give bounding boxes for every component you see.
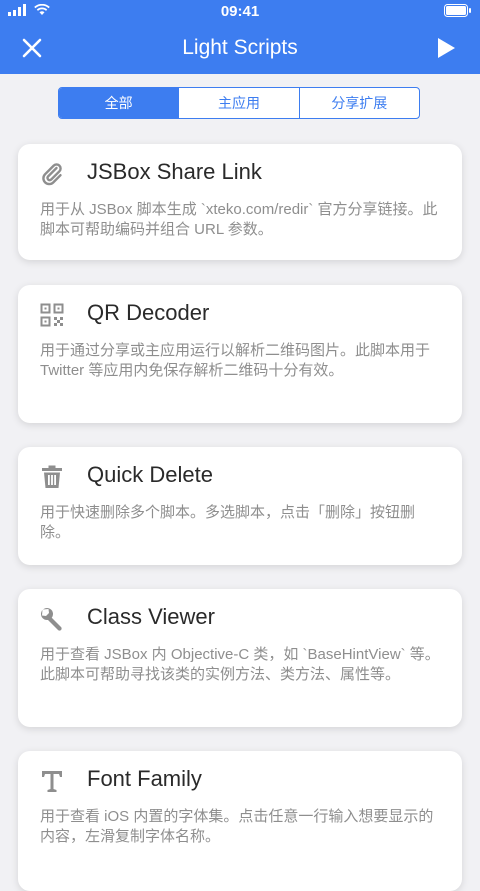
paperclip-icon: [40, 162, 64, 186]
card-description: 用于从 JSBox 脚本生成 `xteko.com/redir` 官方分享链接。…: [40, 201, 438, 238]
segment-all[interactable]: 全部: [59, 88, 179, 118]
card-title: Class Viewer: [87, 604, 215, 629]
script-card-font-family[interactable]: Font Family 用于查看 iOS 内置的字体集。点击任意一行输入想要显示…: [18, 751, 462, 891]
script-card-qr-decoder[interactable]: QR Decoder 用于通过分享或主应用运行以解析二维码图片。此脚本用于 Tw…: [18, 285, 462, 423]
font-icon: [40, 769, 64, 793]
card-description: 用于快速删除多个脚本。多选脚本，点击「删除」按钮删除。: [40, 504, 416, 541]
script-card-jsbox-share-link[interactable]: JSBox Share Link 用于从 JSBox 脚本生成 `xteko.c…: [18, 144, 462, 260]
wrench-icon: [40, 607, 64, 631]
card-title: JSBox Share Link: [87, 159, 262, 184]
script-card-class-viewer[interactable]: Class Viewer 用于查看 JSBox 内 Objective-C 类，…: [18, 589, 462, 727]
battery-icon: [444, 4, 471, 17]
status-time: 09:41: [220, 3, 260, 20]
qrcode-icon: [40, 303, 64, 327]
status-right: [444, 4, 472, 22]
segmented-control: 全部 主应用 分享扩展: [58, 87, 420, 119]
page-title: Light Scripts: [182, 36, 298, 59]
card-description: 用于通过分享或主应用运行以解析二维码图片。此脚本用于 Twitter 等应用内免…: [40, 342, 431, 379]
segment-main-app[interactable]: 主应用: [178, 88, 298, 118]
card-description: 用于查看 iOS 内置的字体集。点击任意一行输入想要显示的内容，左滑复制字体名称…: [40, 808, 434, 845]
segment-share-extension[interactable]: 分享扩展: [298, 88, 419, 118]
trash-icon: [40, 465, 64, 489]
card-title: QR Decoder: [87, 300, 210, 325]
card-title: Font Family: [87, 766, 202, 791]
navigation-bar: Light Scripts: [0, 22, 480, 74]
card-title: Quick Delete: [87, 462, 213, 487]
status-bar: 09:41: [0, 0, 480, 22]
run-button[interactable]: [434, 36, 458, 60]
script-card-quick-delete[interactable]: Quick Delete 用于快速删除多个脚本。多选脚本，点击「删除」按钮删除。: [18, 447, 462, 565]
play-icon: [438, 38, 455, 58]
card-description: 用于查看 JSBox 内 Objective-C 类，如 `BaseHintVi…: [40, 646, 440, 683]
